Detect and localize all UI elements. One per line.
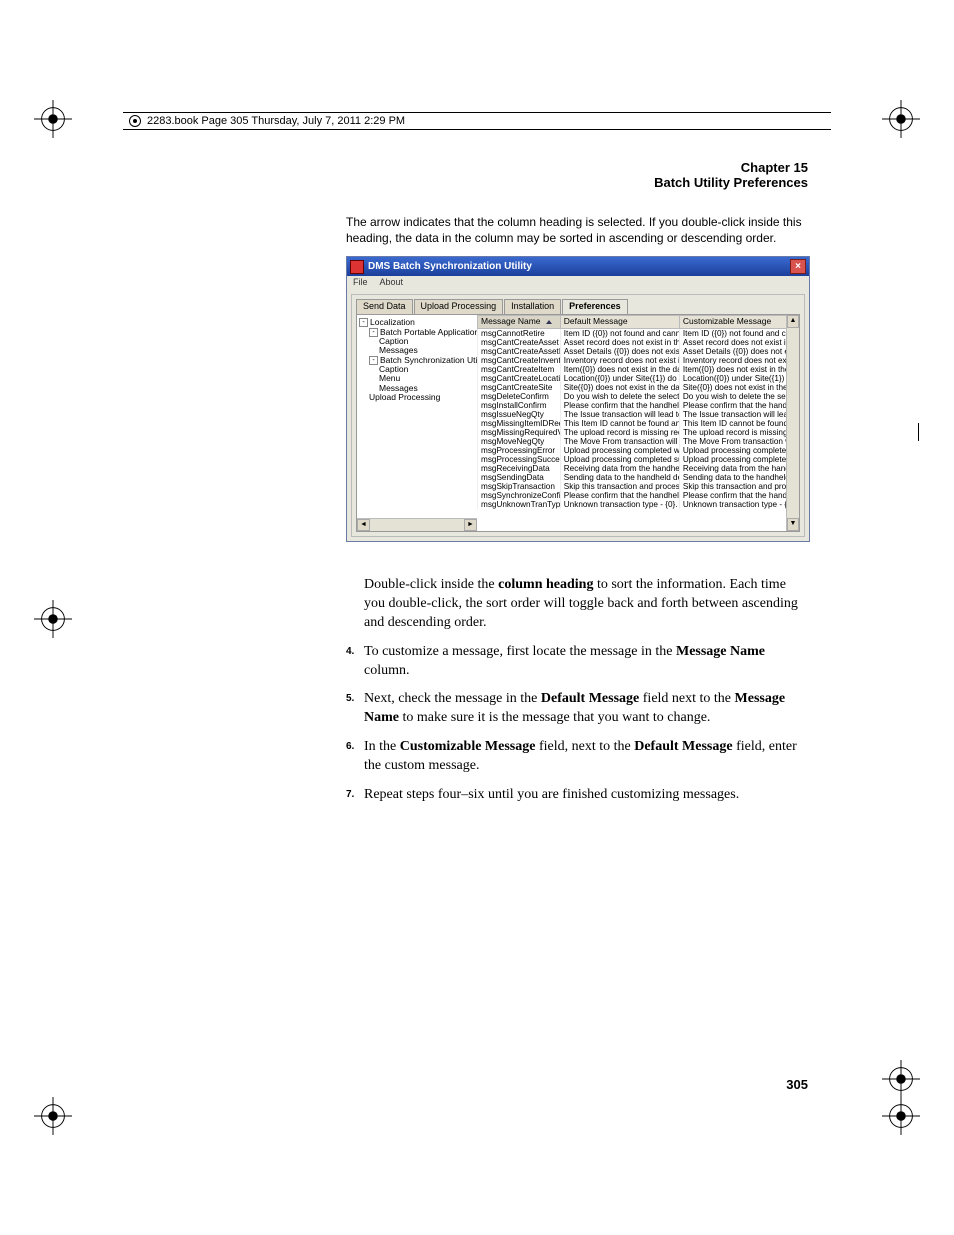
tab-installation[interactable]: Installation bbox=[504, 299, 561, 314]
tree-hscrollbar[interactable]: ◄ ► bbox=[357, 518, 477, 531]
table-row[interactable]: msgIssueNegQtyThe Issue transaction will… bbox=[478, 410, 799, 419]
regmark-icon bbox=[34, 1097, 72, 1135]
table-row[interactable]: msgCantCreateAssetDetaiAsset Details ({0… bbox=[478, 347, 799, 356]
scroll-right-icon[interactable]: ► bbox=[464, 519, 477, 531]
intro-paragraph: Double-click inside the column heading t… bbox=[364, 576, 810, 633]
regmark-icon bbox=[882, 100, 920, 138]
tab-upload-processing[interactable]: Upload Processing bbox=[414, 299, 504, 314]
tree-node[interactable]: Caption bbox=[359, 365, 479, 374]
step-number: 5. bbox=[346, 692, 354, 706]
table-row[interactable]: msgSkipTransactionSkip this transaction … bbox=[478, 482, 799, 491]
tree-node[interactable]: Menu bbox=[359, 374, 479, 383]
menubar: File About bbox=[347, 276, 809, 290]
table-row[interactable]: msgCantCreateSiteSite({0}) does not exis… bbox=[478, 383, 799, 392]
window-title: DMS Batch Synchronization Utility bbox=[368, 261, 532, 272]
close-icon[interactable]: × bbox=[790, 259, 806, 274]
table-row[interactable]: msgMissingRequiredValuThe upload record … bbox=[478, 428, 799, 437]
tree-expander-icon[interactable]: - bbox=[369, 328, 378, 337]
scroll-down-icon[interactable]: ▼ bbox=[787, 518, 799, 531]
col-customizable-message[interactable]: Customizable Message bbox=[679, 316, 798, 328]
menu-file[interactable]: File bbox=[353, 277, 368, 287]
regmark-icon bbox=[882, 1097, 920, 1135]
table-row[interactable]: msgCantCreateLocationLocation({0}) under… bbox=[478, 374, 799, 383]
tab-strip: Send Data Upload Processing Installation… bbox=[356, 299, 800, 314]
chapter-number: Chapter 15 bbox=[346, 160, 808, 175]
table-row[interactable]: msgReceivingDataReceiving data from the … bbox=[478, 464, 799, 473]
tree-node[interactable]: Upload Processing bbox=[359, 393, 479, 402]
table-row[interactable]: msgUnknownTranTypeUnknown transaction ty… bbox=[478, 500, 799, 509]
col-message-name[interactable]: Message Name bbox=[478, 316, 561, 328]
tab-preferences[interactable]: Preferences bbox=[562, 299, 628, 314]
tree-node[interactable]: -Batch Portable Application bbox=[359, 328, 479, 337]
scroll-left-icon[interactable]: ◄ bbox=[357, 519, 370, 531]
regmark-icon bbox=[882, 1060, 920, 1098]
binder-ring-icon bbox=[129, 115, 141, 127]
grid-vscrollbar[interactable]: ▲ ▼ bbox=[786, 315, 799, 531]
table-row[interactable]: msgSynchronizeConfirmPlease confirm that… bbox=[478, 491, 799, 500]
tree-node[interactable]: Caption bbox=[359, 337, 479, 346]
message-grid: Message Name Default Message Customizabl… bbox=[477, 315, 799, 531]
step-number: 6. bbox=[346, 740, 354, 754]
regmark-icon bbox=[34, 600, 72, 638]
page-number: 305 bbox=[786, 1077, 808, 1092]
nav-tree[interactable]: -Localization-Batch Portable Application… bbox=[357, 315, 482, 518]
table-row[interactable]: msgMoveNegQtyThe Move From transaction w… bbox=[478, 437, 799, 446]
chapter-title: Batch Utility Preferences bbox=[346, 175, 808, 190]
menu-about[interactable]: About bbox=[380, 277, 404, 287]
table-row[interactable]: msgCannotRetireItem ID ({0}) not found a… bbox=[478, 328, 799, 338]
table-row[interactable]: msgCantCreateInventoryInventory record d… bbox=[478, 356, 799, 365]
book-running-header: 2283.book Page 305 Thursday, July 7, 201… bbox=[123, 112, 831, 130]
callout-leader-line bbox=[918, 423, 919, 441]
tree-node[interactable]: -Batch Synchronization Utility bbox=[359, 356, 479, 365]
col-default-message[interactable]: Default Message bbox=[560, 316, 679, 328]
step-item: 6.In the Customizable Message field, nex… bbox=[364, 738, 810, 776]
table-row[interactable]: msgProcessingErrorUpload processing comp… bbox=[478, 446, 799, 455]
step-number: 7. bbox=[346, 788, 354, 802]
tab-send-data[interactable]: Send Data bbox=[356, 299, 413, 314]
scroll-up-icon[interactable]: ▲ bbox=[787, 315, 799, 328]
book-header-text: 2283.book Page 305 Thursday, July 7, 201… bbox=[147, 115, 405, 127]
step-item: 7.Repeat steps four–six until you are fi… bbox=[364, 786, 810, 805]
sort-arrow-icon bbox=[546, 320, 552, 324]
step-item: 4.To customize a message, first locate t… bbox=[364, 643, 810, 681]
app-window: DMS Batch Synchronization Utility × File… bbox=[346, 256, 810, 542]
step-item: 5.Next, check the message in the Default… bbox=[364, 690, 810, 728]
table-row[interactable]: msgInstallConfirmPlease confirm that the… bbox=[478, 401, 799, 410]
table-row[interactable]: msgSendingDataSending data to the handhe… bbox=[478, 473, 799, 482]
callout-text: The arrow indicates that the column head… bbox=[346, 214, 808, 246]
table-row[interactable]: msgMissingItemIDRequirThis Item ID canno… bbox=[478, 419, 799, 428]
table-row[interactable]: msgProcessingSuccessfulUpload processing… bbox=[478, 455, 799, 464]
regmark-icon bbox=[34, 100, 72, 138]
table-row[interactable]: msgDeleteConfirmDo you wish to delete th… bbox=[478, 392, 799, 401]
chapter-header: Chapter 15 Batch Utility Preferences bbox=[346, 160, 808, 190]
tree-expander-icon[interactable]: - bbox=[369, 356, 378, 365]
table-row[interactable]: msgCantCreateAssetAsset record does not … bbox=[478, 338, 799, 347]
table-row[interactable]: msgCantCreateItemItem({0}) does not exis… bbox=[478, 365, 799, 374]
tree-expander-icon[interactable]: - bbox=[359, 318, 368, 327]
step-number: 4. bbox=[346, 645, 354, 659]
body-text: Double-click inside the column heading t… bbox=[364, 576, 810, 815]
app-icon bbox=[350, 260, 364, 274]
titlebar: DMS Batch Synchronization Utility × bbox=[347, 257, 809, 276]
